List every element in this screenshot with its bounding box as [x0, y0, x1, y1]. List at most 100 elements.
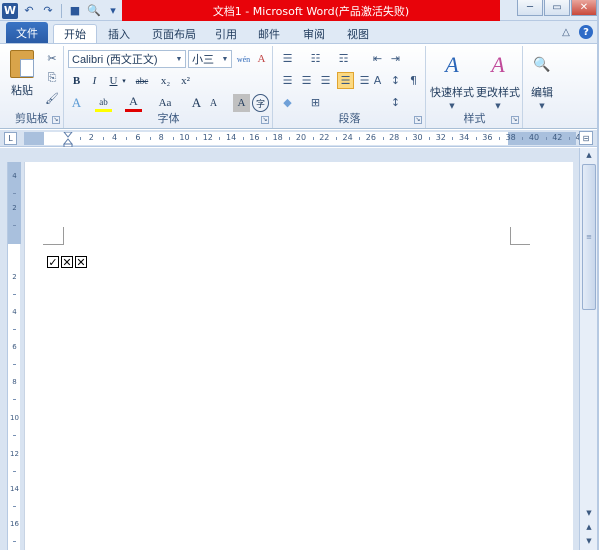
phonetic-guide-icon[interactable]: wén — [235, 50, 252, 68]
scroll-up-icon[interactable]: ▲ — [582, 148, 596, 162]
print-preview-icon[interactable]: 🔍 — [86, 3, 102, 19]
bullets-icon[interactable]: ☰ — [279, 50, 296, 67]
copy-icon[interactable]: ⎘ — [44, 70, 60, 86]
numbering-icon[interactable]: ☷ — [307, 50, 324, 67]
clipboard-launcher-icon[interactable]: ↘ — [52, 116, 60, 124]
vertical-ruler-tick — [13, 329, 16, 330]
tab-home[interactable]: 开始 — [53, 24, 97, 43]
show-marks-icon[interactable]: ¶ — [405, 72, 422, 89]
tab-references[interactable]: 引用 — [208, 24, 244, 43]
close-button[interactable]: ✕ — [571, 0, 597, 16]
shading-icon[interactable]: ◆ — [279, 94, 296, 111]
line-spacing-icon[interactable]: ↕ — [387, 94, 404, 111]
editing-button[interactable]: 🔍 编辑 ▼ — [526, 50, 558, 111]
vertical-ruler-tick — [13, 193, 16, 194]
quick-styles-button[interactable]: A 快速样式 ▼ — [429, 50, 475, 110]
ruler-number: 10 — [179, 133, 190, 142]
bold-button[interactable]: B — [68, 72, 85, 90]
styles-launcher-icon[interactable]: ↘ — [511, 116, 519, 124]
align-right-icon[interactable]: ☰ — [317, 72, 334, 89]
tab-mailings[interactable]: 邮件 — [251, 24, 287, 43]
redo-icon[interactable]: ↷ — [40, 3, 56, 19]
ruler-number: 8 — [158, 133, 164, 142]
save-icon[interactable]: ■ — [67, 3, 83, 19]
paste-icon — [10, 50, 34, 78]
increase-indent-icon[interactable]: ⇥ — [387, 50, 404, 67]
ruler-number: 6 — [135, 133, 141, 142]
scroll-grip-icon: ≡ — [586, 233, 592, 241]
paragraph-group-label: 段落 — [338, 112, 361, 125]
title-bar: W ↶ ↷ ■ 🔍 ▾ 文档1 - Microsoft Word(产品激活失败)… — [0, 0, 599, 21]
change-styles-button[interactable]: A 更改样式 ▼ — [475, 50, 521, 110]
tabs-right-controls: △ ? — [559, 25, 593, 39]
multilevel-list-icon[interactable]: ☶ — [335, 50, 352, 67]
borders-icon[interactable]: ⊞ — [307, 94, 324, 111]
font-size-select[interactable]: 小三 ▼ — [188, 50, 232, 68]
horizontal-ruler[interactable]: 2468101214161820222426283032343638404244 — [24, 132, 586, 147]
previous-page-icon[interactable]: ▲ — [582, 520, 596, 534]
ruler-number: 22 — [319, 133, 330, 142]
font-launcher-icon[interactable]: ↘ — [261, 116, 269, 124]
vertical-ruler-tick — [13, 294, 16, 295]
paragraph-launcher-icon[interactable]: ↘ — [414, 116, 422, 124]
ruler-left-margin — [24, 132, 44, 145]
vertical-ruler-number: 4 — [12, 172, 17, 180]
subscript-button[interactable]: x₂ — [157, 72, 174, 90]
tab-insert[interactable]: 插入 — [101, 24, 137, 43]
tab-page-layout[interactable]: 页面布局 — [146, 24, 202, 43]
clear-formatting-icon[interactable]: A — [253, 50, 270, 68]
scroll-thumb[interactable]: ≡ — [582, 164, 596, 310]
title-banner: 文档1 - Microsoft Word(产品激活失败) — [122, 0, 500, 21]
font-name-select[interactable]: Calibri (西文正文) ▼ — [68, 50, 186, 68]
tab-view[interactable]: 视图 — [340, 24, 376, 43]
word-app-icon[interactable]: W — [2, 2, 18, 19]
vertical-ruler-number: 10 — [10, 414, 19, 422]
ruler-tick — [522, 137, 524, 140]
tab-selector-button[interactable]: L — [4, 132, 17, 145]
customize-qat-icon[interactable]: ▾ — [105, 3, 121, 19]
cut-icon[interactable]: ✂ — [44, 50, 60, 66]
ruler-tick — [359, 137, 361, 140]
ruler-tick — [475, 137, 477, 140]
document-page[interactable]: ✓ ✕ ✕ — [24, 162, 573, 550]
align-center-icon[interactable]: ☰ — [298, 72, 315, 89]
strikethrough-button[interactable]: abc — [131, 72, 153, 90]
vertical-ruler-tick — [13, 471, 16, 472]
scroll-down-icon[interactable]: ▼ — [582, 506, 596, 520]
minimize-button[interactable]: ─ — [517, 0, 543, 16]
window-title: 文档1 - Microsoft Word(产品激活失败) — [212, 4, 410, 18]
undo-icon[interactable]: ↶ — [21, 3, 37, 19]
vertical-ruler-number: 4 — [12, 308, 17, 316]
decrease-indent-icon[interactable]: ⇤ — [369, 50, 386, 67]
tab-review[interactable]: 审阅 — [296, 24, 332, 43]
justify-icon[interactable]: ☰ — [337, 72, 354, 89]
font-size-value: 小三 — [192, 54, 214, 66]
font-name-dropdown-icon[interactable]: ▼ — [173, 51, 185, 67]
next-page-icon[interactable]: ▼ — [582, 534, 596, 548]
document-line[interactable]: ✓ ✕ ✕ — [47, 256, 87, 268]
underline-dropdown-icon[interactable]: ▾ — [120, 72, 128, 90]
distributed-icon[interactable]: ☰ — [356, 72, 373, 89]
tab-file[interactable]: 文件 — [6, 22, 48, 43]
superscript-button[interactable]: x² — [177, 72, 194, 90]
paste-button[interactable]: 粘贴 — [6, 50, 38, 100]
ruler-number: 26 — [365, 133, 376, 142]
font-size-dropdown-icon[interactable]: ▼ — [219, 51, 231, 67]
align-left-icon[interactable]: ☰ — [279, 72, 296, 89]
ruler-number: 12 — [202, 133, 213, 142]
vertical-ruler[interactable]: 4 2 2 4 6 8 10 12 14 16 — [7, 162, 21, 550]
ribbon: 粘贴 ✂ ⎘ 🖌 剪贴板 ↘ Calibri (西文正文) ▼ 小三 ▼ wén… — [0, 43, 599, 129]
italic-button[interactable]: I — [86, 72, 103, 90]
indent-marker-icon[interactable] — [63, 132, 73, 147]
view-ruler-icon[interactable]: ⊟ — [579, 131, 593, 145]
restore-button[interactable]: ▭ — [544, 0, 570, 16]
vertical-ruler-number: 6 — [12, 343, 17, 351]
editing-group: 🔍 编辑 ▼ — [524, 46, 560, 128]
format-painter-icon[interactable]: 🖌 — [44, 90, 60, 106]
quick-styles-icon: A — [445, 52, 459, 77]
vertical-scrollbar[interactable]: ▲ ≡ ▼ ▲ ▼ — [579, 148, 597, 550]
collapse-ribbon-icon[interactable]: △ — [559, 25, 573, 39]
help-icon[interactable]: ? — [579, 25, 593, 39]
ruler-tick — [335, 137, 337, 140]
sort-icon[interactable]: ↕ — [387, 72, 404, 89]
